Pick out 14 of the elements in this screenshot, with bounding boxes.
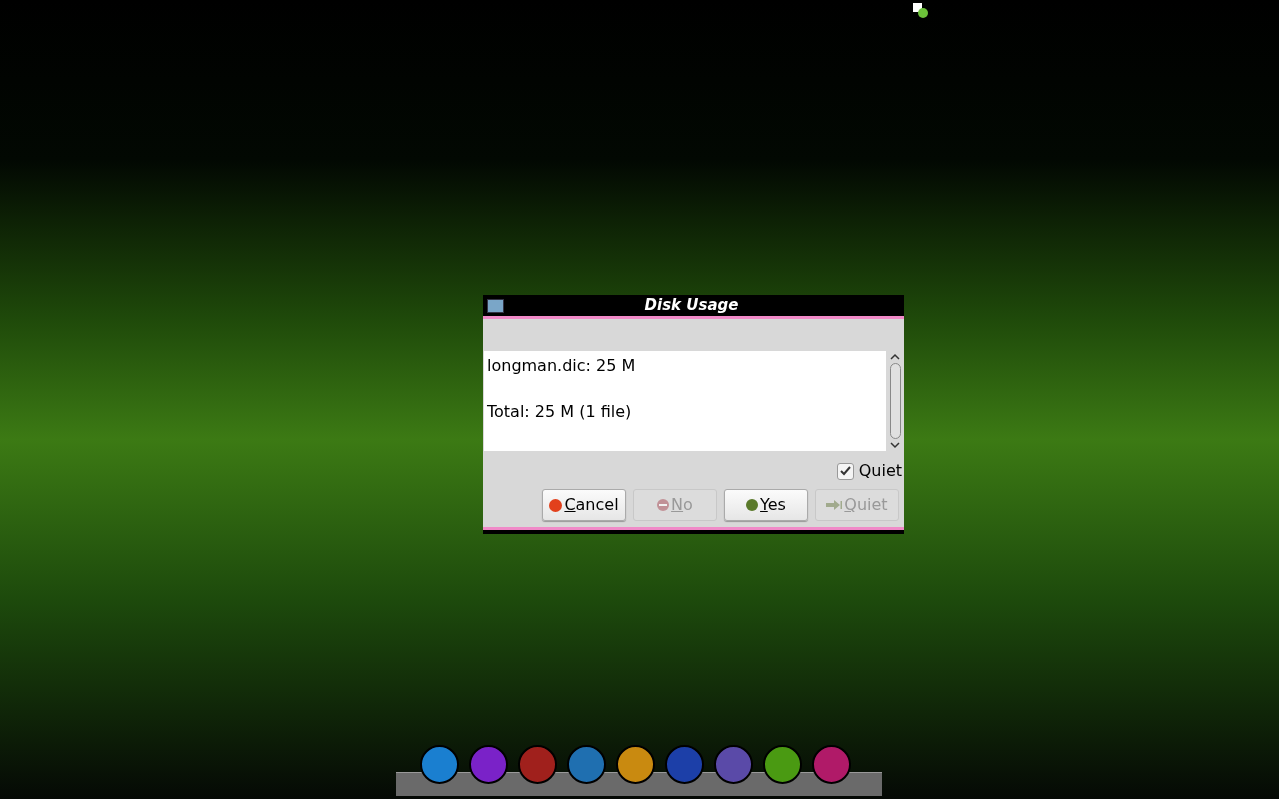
arrow-right-icon bbox=[826, 500, 843, 510]
output-line: longman.dic: 25 M bbox=[487, 355, 637, 377]
scroll-thumb[interactable] bbox=[889, 363, 901, 439]
quiet-checkbox[interactable] bbox=[836, 462, 854, 480]
checkbox-label: Quiet bbox=[858, 460, 902, 482]
window-title: Disk Usage bbox=[643, 295, 740, 317]
scroll-down-icon[interactable] bbox=[890, 441, 900, 449]
tray-icon[interactable] bbox=[913, 3, 929, 19]
stop-icon bbox=[549, 498, 563, 512]
output-line: Total: 25 M (1 file) bbox=[487, 401, 633, 423]
window-icon bbox=[487, 298, 504, 313]
scroll-up-icon[interactable] bbox=[890, 353, 900, 361]
dialog-button[interactable]: Yes bbox=[724, 489, 808, 521]
dialog-button[interactable]: Cancel bbox=[542, 489, 626, 521]
